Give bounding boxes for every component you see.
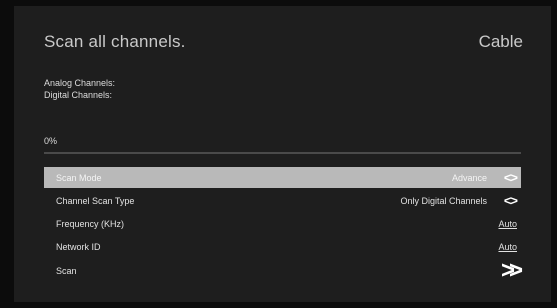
menu-item-scan[interactable]: Scan >> [44,257,523,284]
menu-item-label: Network ID [56,242,101,252]
menu-item-value: Only Digital Channels [400,196,487,206]
menu-item-label: Scan [56,266,77,276]
network-id-input[interactable]: Auto [498,242,517,252]
menu-item-label: Channel Scan Type [56,196,135,206]
left-right-arrows-icon[interactable]: <> [504,170,518,185]
analog-channels-status: Analog Channels: [44,78,116,88]
signal-source-label: Cable [478,32,523,51]
scan-progress-bar [44,152,521,154]
menu-item-value: Advance [451,173,487,183]
menu-item-scan-mode[interactable]: Scan Mode Advance <> [44,167,521,188]
menu-item-label: Scan Mode [56,173,102,183]
menu-item-frequency[interactable]: Frequency (KHz) Auto [44,213,521,234]
double-chevron-right-icon[interactable]: >> [501,257,523,285]
left-right-arrows-icon[interactable]: <> [504,193,518,208]
scan-progress-percent: 0% [44,136,58,146]
channel-scan-screen: Scan all channels. Cable Analog Channels… [14,6,551,302]
menu-item-label: Frequency (KHz) [56,219,125,229]
scan-settings-menu: Scan Mode Advance <> Channel Scan Type O… [44,167,523,284]
page-title: Scan all channels. [44,32,186,51]
menu-item-channel-scan-type[interactable]: Channel Scan Type Only Digital Channels … [44,190,521,211]
digital-channels-status: Digital Channels: [44,90,113,100]
menu-item-network-id[interactable]: Network ID Auto [44,236,521,257]
frequency-input[interactable]: Auto [498,219,517,229]
